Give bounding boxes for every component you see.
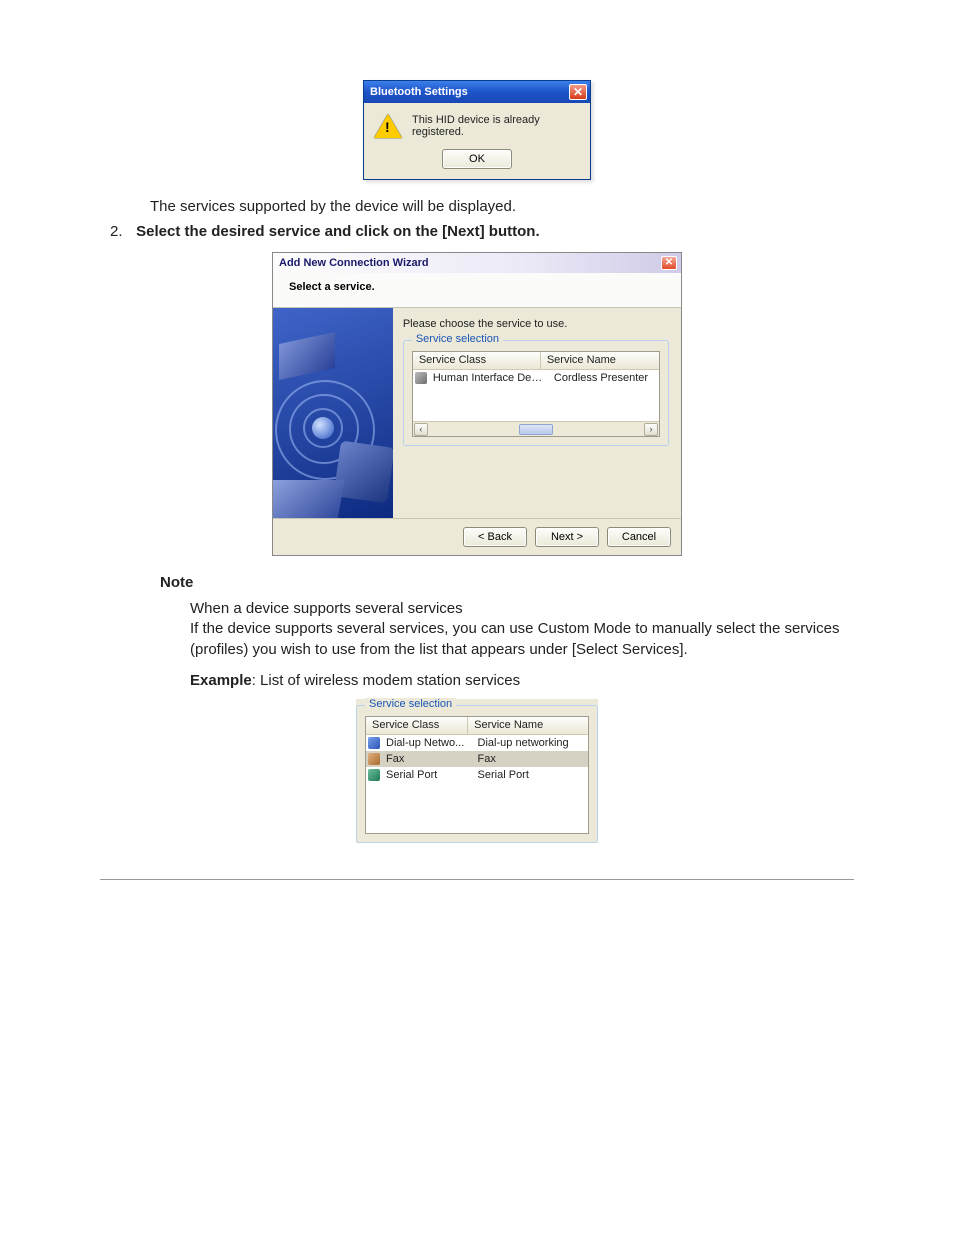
example-label: Example	[190, 672, 252, 689]
wizard-instruction: Please choose the service to use.	[403, 318, 669, 330]
cell-service-name: Fax	[474, 752, 586, 766]
group-legend: Service selection	[412, 333, 503, 345]
close-icon[interactable]: ✕	[661, 256, 677, 270]
intro-text: The services supported by the device wil…	[150, 198, 854, 215]
scroll-thumb[interactable]	[519, 424, 553, 435]
service-table[interactable]: Service Class Service Name Dial-up Netwo…	[365, 716, 589, 834]
cell-service-name: Cordless Presenter	[550, 371, 657, 385]
fax-icon	[368, 753, 380, 765]
wizard-illustration	[273, 308, 393, 518]
cancel-button[interactable]: Cancel	[607, 527, 671, 547]
messagebox-text: This HID device is already registered.	[412, 114, 580, 138]
table-row[interactable]: Human Interface DeviceCordless Presenter	[413, 370, 659, 386]
cell-service-class: Human Interface Device	[429, 371, 550, 385]
column-header-name[interactable]: Service Name	[468, 717, 588, 734]
next-button[interactable]: Next >	[535, 527, 599, 547]
table-row[interactable]: FaxFax	[366, 751, 588, 767]
cell-service-class: Dial-up Netwo...	[382, 736, 474, 750]
back-button[interactable]: < Back	[463, 527, 527, 547]
warning-icon	[374, 113, 402, 139]
cell-service-class: Fax	[382, 752, 474, 766]
service-table[interactable]: Service Class Service Name Human Interfa…	[412, 351, 660, 437]
table-row[interactable]: Dial-up Netwo...Dial-up networking	[366, 735, 588, 751]
messagebox-title: Bluetooth Settings	[370, 86, 468, 98]
note-subheading: When a device supports several services	[190, 599, 854, 619]
wizard-titlebar: Add New Connection Wizard ✕	[273, 253, 681, 273]
wizard-heading: Select a service.	[273, 273, 681, 308]
cell-service-name: Dial-up networking	[474, 736, 586, 750]
cell-service-class: Serial Port	[382, 768, 474, 782]
note-body: If the device supports several services,…	[190, 619, 854, 660]
ok-button[interactable]: OK	[442, 149, 512, 169]
serial-icon	[368, 769, 380, 781]
column-header-class[interactable]: Service Class	[413, 352, 541, 369]
example-text: : List of wireless modem station service…	[252, 672, 520, 689]
page-divider	[100, 879, 854, 880]
service-selection-group: Service selection Service Class Service …	[356, 705, 598, 843]
service-selection-figure: Service selection Service Class Service …	[356, 699, 598, 843]
table-row[interactable]: Serial PortSerial Port	[366, 767, 588, 783]
step-instruction: Select the desired service and click on …	[136, 223, 539, 240]
group-legend: Service selection	[365, 698, 456, 710]
step-2: 2. Select the desired service and click …	[110, 223, 854, 240]
cell-service-name: Serial Port	[474, 768, 586, 782]
horizontal-scrollbar[interactable]: ‹ ›	[413, 421, 659, 436]
close-icon[interactable]: ✕	[569, 84, 587, 100]
scroll-right-icon[interactable]: ›	[644, 423, 658, 436]
hid-icon	[415, 372, 427, 384]
column-header-name[interactable]: Service Name	[541, 352, 659, 369]
add-connection-wizard: Add New Connection Wizard ✕ Select a ser…	[272, 252, 682, 556]
messagebox-titlebar: Bluetooth Settings ✕	[364, 81, 590, 103]
column-header-class[interactable]: Service Class	[366, 717, 468, 734]
wizard-title: Add New Connection Wizard	[279, 257, 429, 269]
dialup-icon	[368, 737, 380, 749]
step-number: 2.	[110, 223, 132, 240]
bluetooth-messagebox: Bluetooth Settings ✕ This HID device is …	[363, 80, 591, 180]
note-heading: Note	[160, 574, 854, 591]
scroll-left-icon[interactable]: ‹	[414, 423, 428, 436]
service-selection-group: Service selection Service Class Service …	[403, 340, 669, 446]
